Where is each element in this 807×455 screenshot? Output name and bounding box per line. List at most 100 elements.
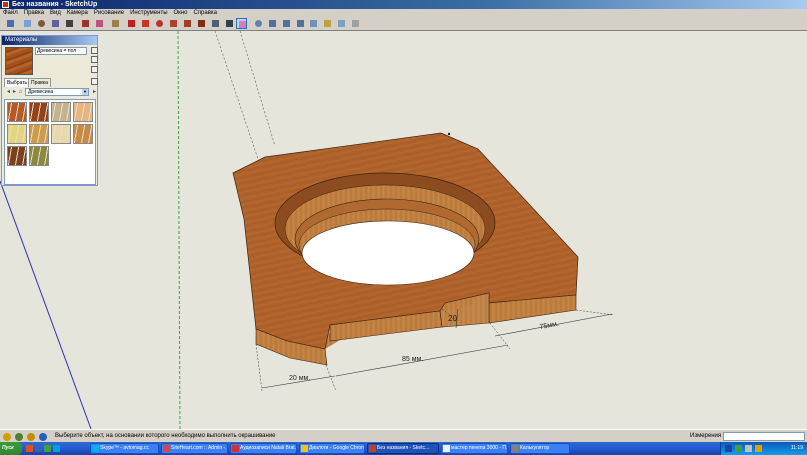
taskbar-item[interactable]: мастер пенепа 3000 - П... bbox=[441, 443, 508, 454]
drawing-area[interactable]: 20 мм. 85 мм. 20 75мм. bbox=[0, 31, 807, 429]
sketchup-icon bbox=[369, 445, 376, 452]
eraser-icon bbox=[96, 20, 103, 27]
material-swatch[interactable] bbox=[29, 124, 49, 144]
polygon-tool-button[interactable] bbox=[50, 18, 61, 29]
language-icon[interactable] bbox=[725, 445, 732, 452]
zoom-window-tool-button[interactable] bbox=[281, 18, 292, 29]
select-arrow-tool-button[interactable] bbox=[5, 18, 16, 29]
menu-item-1[interactable]: Правка bbox=[21, 9, 47, 17]
taskbar-item-label: Диалоги - Google Chrome bbox=[309, 445, 365, 451]
taskbar-item[interactable]: SiteHeart.com :: Admin -... bbox=[161, 443, 228, 454]
main-toolbar bbox=[0, 17, 807, 31]
circle-tool-button[interactable] bbox=[36, 18, 47, 29]
walk-tool-button[interactable] bbox=[224, 18, 235, 29]
share-model-tool-button[interactable] bbox=[322, 18, 333, 29]
status-bar: Выберите объект, на основании которого н… bbox=[0, 429, 807, 442]
credits-icon[interactable] bbox=[27, 433, 35, 441]
start-button[interactable]: Пуск bbox=[0, 442, 22, 455]
menu-item-0[interactable]: Файл bbox=[0, 9, 21, 17]
components-icon bbox=[338, 20, 345, 27]
media-icon[interactable] bbox=[44, 445, 51, 452]
arc-icon bbox=[82, 20, 89, 27]
dimension-label-20[interactable]: 20 bbox=[448, 314, 457, 323]
menu-item-6[interactable]: Окно bbox=[171, 9, 191, 17]
tab-edit[interactable]: Правка bbox=[28, 78, 51, 87]
paint-bucket-tool-button[interactable] bbox=[236, 18, 247, 29]
extension-tool-button[interactable] bbox=[350, 18, 361, 29]
taskbar-item[interactable]: Без названия - Sketc... bbox=[367, 443, 439, 454]
desktop-icon[interactable] bbox=[35, 445, 42, 452]
material-swatch[interactable] bbox=[29, 102, 49, 122]
material-preview[interactable] bbox=[5, 47, 33, 75]
volume-icon[interactable] bbox=[745, 445, 752, 452]
dimension-tool-button[interactable] bbox=[210, 18, 221, 29]
zoom-extents-tool-button[interactable] bbox=[295, 18, 306, 29]
menu-item-2[interactable]: Вид bbox=[47, 9, 64, 17]
tab-select[interactable]: Выбрать bbox=[4, 78, 31, 87]
info-icon[interactable] bbox=[3, 433, 11, 441]
swatch-grid bbox=[4, 99, 96, 185]
details-arrow-icon[interactable]: ▸ bbox=[91, 89, 98, 96]
material-name-field[interactable]: Древесина = пол bbox=[35, 47, 87, 55]
dimension-label-85mm[interactable]: 85 мм. bbox=[402, 356, 423, 363]
eyedropper-icon[interactable] bbox=[91, 78, 98, 85]
components-tool-button[interactable] bbox=[336, 18, 347, 29]
menu-item-5[interactable]: Инструменты bbox=[127, 9, 170, 17]
taskbar-item[interactable]: Аудиозаписи Natali Brat... bbox=[230, 443, 297, 454]
zoom-tool-button[interactable] bbox=[267, 18, 278, 29]
menu-item-3[interactable]: Камера bbox=[64, 9, 91, 17]
material-swatch[interactable] bbox=[7, 124, 27, 144]
menu-item-4[interactable]: Рисование bbox=[91, 9, 127, 17]
network-icon[interactable] bbox=[735, 445, 742, 452]
dimension-label-20mm[interactable]: 20 мм. bbox=[289, 375, 310, 382]
shield-icon[interactable] bbox=[755, 445, 762, 452]
move-icon bbox=[142, 20, 149, 27]
warehouse-tool-button[interactable] bbox=[308, 18, 319, 29]
polygon-icon bbox=[52, 20, 59, 27]
tape-measure-tool-button[interactable] bbox=[110, 18, 121, 29]
skype-icon[interactable] bbox=[53, 445, 60, 452]
material-swatch[interactable] bbox=[73, 124, 93, 144]
geo-location-icon[interactable] bbox=[15, 433, 23, 441]
material-swatch[interactable] bbox=[7, 146, 27, 166]
calculator-icon bbox=[512, 445, 519, 452]
taskbar-item[interactable]: Диалоги - Google Chrome bbox=[299, 443, 365, 454]
push-pull-tool-button[interactable] bbox=[126, 18, 137, 29]
follow-me-tool-button[interactable] bbox=[168, 18, 179, 29]
measurements-input[interactable] bbox=[723, 432, 805, 441]
offset-tool-button[interactable] bbox=[196, 18, 207, 29]
chrome-icon bbox=[301, 445, 308, 452]
dimension-icon bbox=[212, 20, 219, 27]
browser-icon[interactable] bbox=[26, 445, 33, 452]
rotate-tool-button[interactable] bbox=[154, 18, 165, 29]
guide-line bbox=[239, 31, 276, 147]
chevron-down-icon[interactable]: ▼ bbox=[82, 89, 88, 95]
eraser-tool-button[interactable] bbox=[94, 18, 105, 29]
tape-measure-icon bbox=[112, 20, 119, 27]
material-swatch[interactable] bbox=[51, 102, 71, 122]
material-swatch[interactable] bbox=[73, 102, 93, 122]
default-material-icon[interactable] bbox=[91, 56, 98, 63]
materials-panel-title: Материалы bbox=[2, 36, 97, 45]
paint-bucket-icon bbox=[239, 21, 246, 28]
dimension-label-75mm[interactable]: 75мм. bbox=[539, 321, 559, 331]
arc-tool-button[interactable] bbox=[80, 18, 91, 29]
create-material-icon[interactable] bbox=[91, 47, 98, 54]
help-icon[interactable] bbox=[39, 433, 47, 441]
sample-paint-icon[interactable] bbox=[91, 66, 98, 73]
menu-item-7[interactable]: Справка bbox=[190, 9, 220, 17]
pencil-line-tool-button[interactable] bbox=[64, 18, 75, 29]
zoom-icon bbox=[269, 20, 276, 27]
rectangle-tool-button[interactable] bbox=[22, 18, 33, 29]
scale-tool-button[interactable] bbox=[182, 18, 193, 29]
material-swatch[interactable] bbox=[51, 124, 71, 144]
taskbar-item[interactable]: Калькулятор bbox=[510, 443, 570, 454]
taskbar-item[interactable]: Skype™ - avtomag.cc bbox=[90, 443, 159, 454]
siteheart-icon bbox=[163, 445, 170, 452]
home-icon[interactable]: ⌂ bbox=[17, 89, 24, 96]
material-swatch[interactable] bbox=[7, 102, 27, 122]
material-swatch[interactable] bbox=[29, 146, 49, 166]
move-tool-button[interactable] bbox=[140, 18, 151, 29]
collection-select[interactable]: Древесина ▼ bbox=[25, 88, 89, 96]
orbit-tool-button[interactable] bbox=[253, 18, 264, 29]
